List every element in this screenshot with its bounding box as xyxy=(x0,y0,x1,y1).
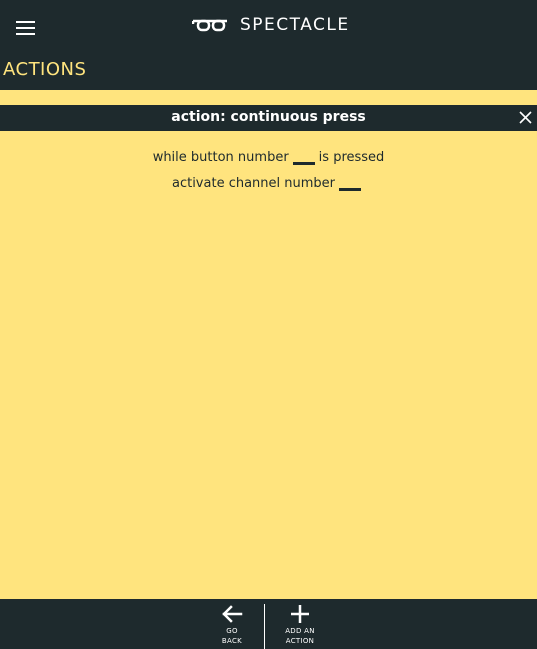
arrow-left-icon xyxy=(222,605,243,623)
plus-icon xyxy=(291,605,309,623)
brand: SPECTACLE xyxy=(192,12,350,38)
top-bar: SPECTACLE ACTIONS xyxy=(0,0,537,90)
add-action-label: ADD AN ACTION xyxy=(285,627,315,645)
channel-number-field[interactable] xyxy=(339,177,362,191)
glasses-logo-icon xyxy=(192,19,227,32)
hamburger-menu-icon[interactable] xyxy=(16,18,36,36)
go-back-button[interactable]: GO BACK xyxy=(214,599,250,649)
close-icon[interactable] xyxy=(519,111,532,124)
go-back-label: GO BACK xyxy=(221,627,243,645)
action-header: action: continuous press xyxy=(0,105,537,131)
rule-text-pressed: is pressed xyxy=(318,150,385,165)
rule-line-channel: activate channel number xyxy=(0,176,537,191)
rule-text-while: while button number xyxy=(152,150,289,165)
brand-name: SPECTACLE xyxy=(240,15,350,35)
rule-line-button: while button number is pressed xyxy=(0,150,537,165)
page-title: ACTIONS xyxy=(3,59,87,80)
bottom-divider xyxy=(264,604,265,649)
add-action-button[interactable]: ADD AN ACTION xyxy=(278,599,322,649)
button-number-field[interactable] xyxy=(292,151,315,165)
action-title: action: continuous press xyxy=(171,109,366,125)
rule-text-activate: activate channel number xyxy=(171,176,336,191)
bottom-bar: GO BACK ADD AN ACTION xyxy=(0,599,537,649)
